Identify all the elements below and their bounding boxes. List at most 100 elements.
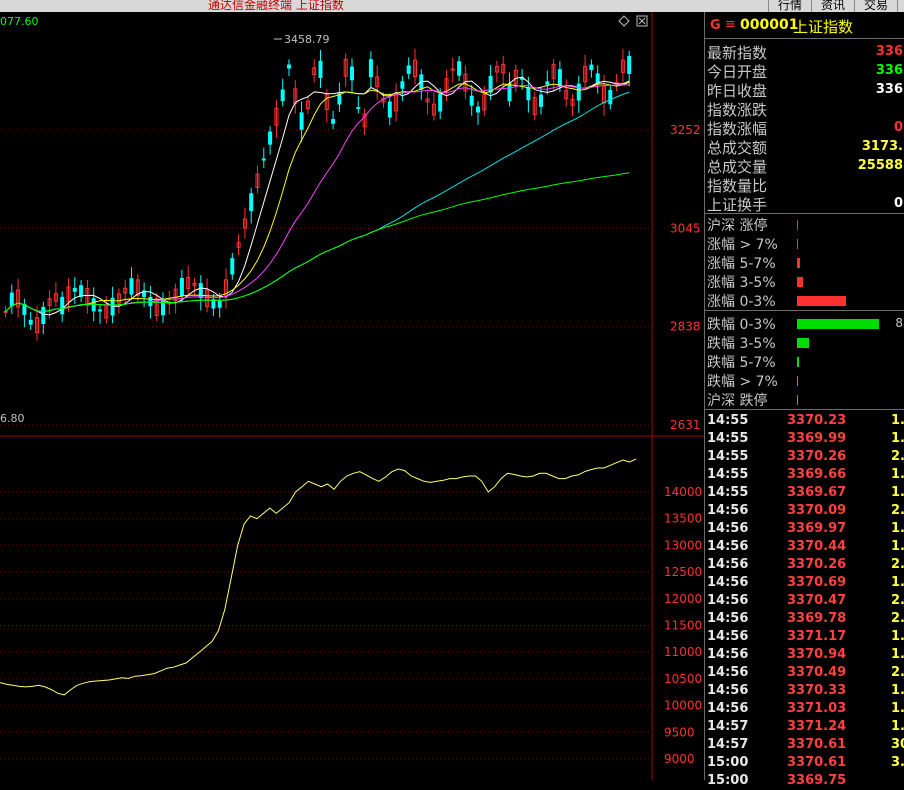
stat-label: 最新指数 (707, 44, 768, 62)
tick-price: 3371.03 (787, 701, 847, 716)
candle-body (589, 64, 594, 71)
tick-row[interactable]: 14:56 3370.09 2.3 (705, 502, 904, 520)
divider (705, 310, 904, 311)
tab-quotes[interactable]: 行情 (768, 0, 811, 12)
tick-row[interactable]: 14:56 3370.69 1.7 (705, 574, 904, 592)
candle-body (406, 65, 411, 74)
tick-time: 14:56 (707, 683, 749, 698)
quote-panel: G ≡ 000001 上证指数 最新指数 336 今日开盘 336 昨日收盘 336 指数涨… (704, 12, 904, 788)
candle-body (576, 83, 581, 101)
tick-price: 3370.94 (787, 647, 847, 662)
candle-body (368, 59, 373, 78)
stat-value: 3173. (861, 139, 903, 154)
tick-price: 3369.97 (787, 521, 847, 536)
tick-row[interactable]: 15:00 3369.75 (705, 772, 904, 790)
tick-row[interactable]: 14:55 3370.23 1.5 (705, 412, 904, 430)
tick-row[interactable]: 14:56 3369.97 1.6 (705, 520, 904, 538)
candle-body (287, 64, 291, 69)
tick-row[interactable]: 14:55 3370.26 2.7 (705, 448, 904, 466)
candle-body (299, 112, 304, 130)
candle-body (79, 285, 84, 297)
candle-body (22, 304, 27, 315)
candle-body (217, 301, 222, 308)
distribution-row: 跌幅 5-7% (705, 352, 904, 371)
tick-volume: 300 (891, 737, 904, 752)
tick-volume: 2.0 (891, 593, 904, 608)
stat-label: 指数涨幅 (707, 120, 768, 138)
tick-row[interactable]: 14:57 3371.24 1.4 (705, 718, 904, 736)
candle-body (614, 81, 619, 84)
candle-body (350, 66, 354, 81)
tick-time: 15:00 (707, 755, 749, 770)
stat-label: 总成交额 (707, 139, 768, 157)
stat-row: 总成交量 25588 (705, 156, 904, 176)
distribution-label: 涨幅 > 7% (707, 237, 778, 253)
tick-volume: 2.3 (891, 503, 904, 518)
kline-chart[interactable]: 077.60 6.80 3458.79 3252 3045 2838 2631 140… (0, 12, 704, 780)
candle-body (280, 89, 285, 102)
distribution-row: 涨幅 3-5% (705, 272, 904, 291)
tick-price: 3370.26 (787, 449, 847, 464)
quote-header: G ≡ 000001 上证指数 (705, 12, 904, 39)
tick-volume: 1.8 (891, 539, 904, 554)
tick-time: 14:56 (707, 611, 749, 626)
candle-body (230, 258, 235, 275)
chart-area[interactable]: 077.60 6.80 3458.79 3252 3045 2838 2631 140… (0, 12, 704, 780)
tick-row[interactable]: 14:56 3371.03 1.8 (705, 700, 904, 718)
stat-row: 指数涨幅 0 (705, 118, 904, 138)
distribution-row: 跌幅 3-5% (705, 333, 904, 352)
candle-body (9, 292, 14, 307)
tab-service[interactable]: 服务 (897, 0, 904, 12)
volume-tick-label: 13500 (664, 512, 702, 526)
tick-price: 3370.69 (787, 575, 847, 590)
tick-row[interactable]: 14:55 3369.67 1.0 (705, 484, 904, 502)
stat-value: 25588 (857, 158, 903, 173)
distribution-row: 跌幅 0-3% 8 (705, 314, 904, 333)
tick-time: 14:55 (707, 467, 749, 482)
stat-label: 总成交量 (707, 158, 768, 176)
tick-price: 3369.67 (787, 485, 847, 500)
menu-icon[interactable]: ≡ (725, 17, 736, 32)
stat-row: 上证换手 0 (705, 194, 904, 214)
tick-row[interactable]: 14:57 3370.61 300 (705, 736, 904, 754)
distribution-label: 跌幅 > 7% (707, 374, 778, 390)
tick-price: 3371.17 (787, 629, 847, 644)
tick-row[interactable]: 14:56 3370.26 2.0 (705, 556, 904, 574)
volume-tick-label: 9000 (664, 752, 695, 766)
tick-row[interactable]: 14:56 3370.47 2.0 (705, 592, 904, 610)
tick-row[interactable]: 14:55 3369.99 1.5 (705, 430, 904, 448)
tick-row[interactable]: 14:56 3371.17 1.8 (705, 628, 904, 646)
stat-row: 指数涨跌 (705, 99, 904, 119)
distribution-row: 沪深 跌停 (705, 390, 904, 409)
candle-body (469, 95, 474, 106)
distribution-row: 涨幅 > 7% (705, 234, 904, 253)
tab-trade[interactable]: 交易 (854, 0, 897, 12)
window-title-bar: 通达信金融终端 上证指数 行情 资讯 交易 服务 (0, 0, 904, 12)
stat-value: 0 (893, 120, 903, 135)
tick-row[interactable]: 14:56 3370.44 1.8 (705, 538, 904, 556)
distribution-bar (797, 258, 800, 268)
low-marker-label: 6.80 (0, 412, 25, 425)
distribution-label: 沪深 涨停 (707, 218, 768, 234)
group-label[interactable]: G (710, 18, 721, 33)
stat-label: 今日开盘 (707, 63, 768, 81)
candle-body (91, 298, 96, 312)
tab-news[interactable]: 资讯 (811, 0, 854, 12)
tick-row[interactable]: 14:55 3369.66 1.7 (705, 466, 904, 484)
tick-time: 14:56 (707, 629, 749, 644)
candle-body (72, 287, 77, 292)
distribution-bar (797, 338, 809, 348)
distribution-bar (797, 319, 879, 329)
tick-row[interactable]: 14:56 3370.33 1.7 (705, 682, 904, 700)
tick-row[interactable]: 14:56 3369.78 2.7 (705, 610, 904, 628)
distribution-row: 涨幅 0-3% (705, 291, 904, 310)
tick-price: 3370.44 (787, 539, 847, 554)
distribution-label: 沪深 跌停 (707, 393, 768, 409)
tick-row[interactable]: 15:00 3370.61 3.4 (705, 754, 904, 772)
candle-body (476, 106, 480, 113)
candle-body (438, 93, 443, 112)
tick-row[interactable]: 14:56 3370.94 1.5 (705, 646, 904, 664)
tick-time: 14:55 (707, 431, 749, 446)
tick-row[interactable]: 14:56 3370.49 2.3 (705, 664, 904, 682)
candle-body (249, 193, 254, 212)
